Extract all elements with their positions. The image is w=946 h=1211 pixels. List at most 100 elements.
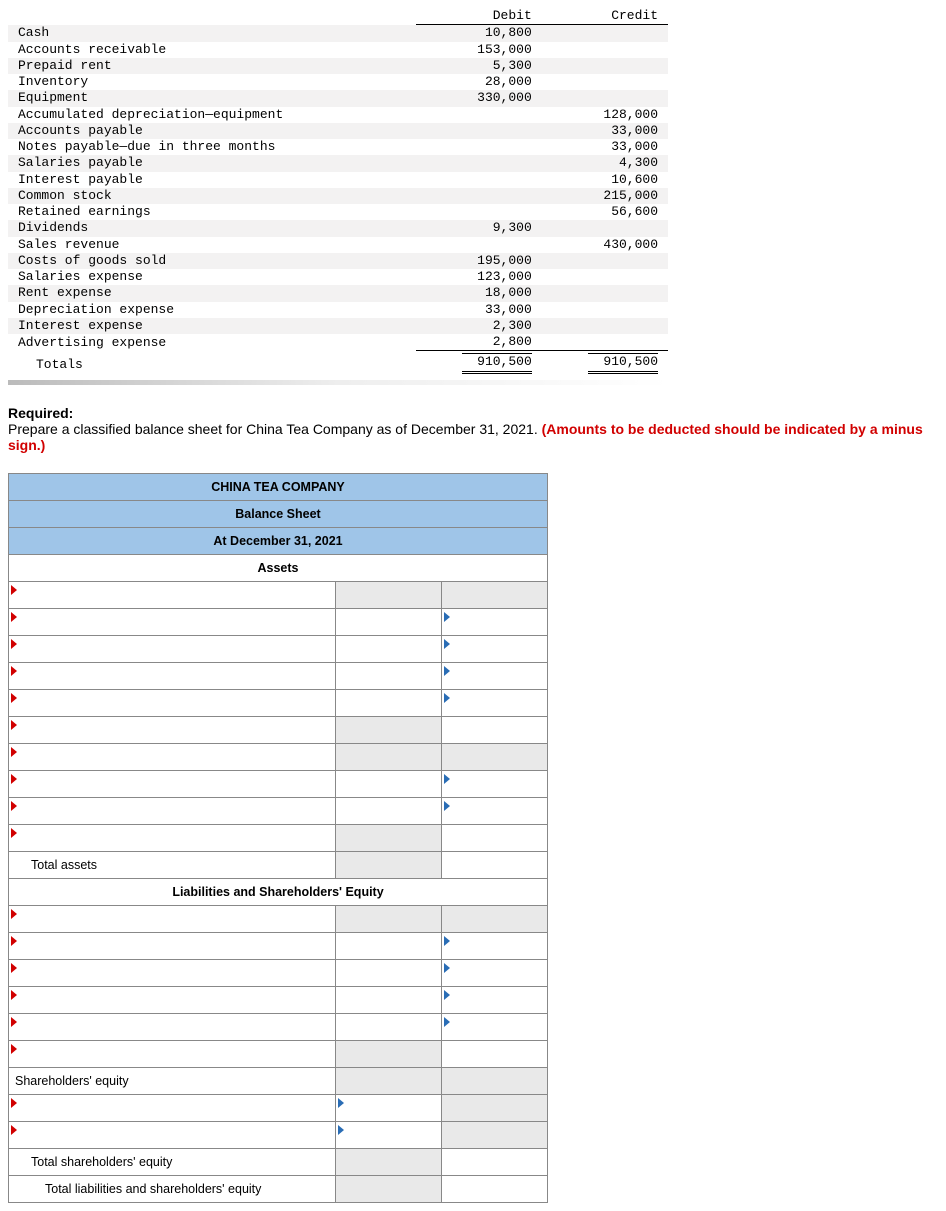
empty-cell — [442, 1067, 548, 1094]
debit-amount: 9,300 — [416, 220, 542, 236]
credit-amount — [542, 90, 668, 106]
account-name: Costs of goods sold — [8, 253, 416, 269]
empty-cell — [336, 1175, 442, 1202]
credit-amount — [542, 253, 668, 269]
debit-amount: 330,000 — [416, 90, 542, 106]
account-name: Common stock — [8, 188, 416, 204]
account-name: Prepaid rent — [8, 58, 416, 74]
account-name: Accounts receivable — [8, 42, 416, 58]
trial-balance-row: Sales revenue430,000 — [8, 237, 668, 253]
amount-input[interactable] — [336, 608, 442, 635]
account-name: Notes payable—due in three months — [8, 139, 416, 155]
account-name: Advertising expense — [8, 334, 416, 351]
amount-input[interactable] — [336, 1094, 442, 1121]
asset-line-input[interactable] — [9, 662, 336, 689]
trial-balance-row: Retained earnings56,600 — [8, 204, 668, 220]
amount-input[interactable] — [442, 689, 548, 716]
amount-input[interactable] — [336, 959, 442, 986]
bs-assets-hdr: Assets — [9, 554, 548, 581]
totals-debit: 910,500 — [462, 353, 532, 373]
liab-cat-input[interactable] — [9, 905, 336, 932]
amount-input[interactable] — [336, 1121, 442, 1148]
debit-amount: 153,000 — [416, 42, 542, 58]
liab-subtotal-input[interactable] — [9, 1040, 336, 1067]
amount-input[interactable] — [336, 932, 442, 959]
amount-input[interactable] — [442, 824, 548, 851]
credit-amount — [542, 334, 668, 351]
trial-balance-row: Accumulated depreciation—equipment128,00… — [8, 107, 668, 123]
amount-input[interactable] — [336, 635, 442, 662]
amount-input[interactable] — [336, 770, 442, 797]
empty-cell — [336, 851, 442, 878]
account-name: Inventory — [8, 74, 416, 90]
amount-input[interactable] — [442, 1040, 548, 1067]
credit-amount — [542, 318, 668, 334]
amount-input[interactable] — [442, 959, 548, 986]
amount-input[interactable] — [442, 635, 548, 662]
empty-cell — [336, 1148, 442, 1175]
credit-amount — [542, 302, 668, 318]
amount-input[interactable] — [442, 1013, 548, 1040]
amount-input[interactable] — [442, 1175, 548, 1202]
asset-cat-input[interactable] — [9, 581, 336, 608]
account-name: Salaries expense — [8, 269, 416, 285]
trial-balance-row: Rent expense18,000 — [8, 285, 668, 301]
asset-line-input[interactable] — [9, 635, 336, 662]
empty-cell — [336, 581, 442, 608]
totals-label: Totals — [8, 351, 416, 374]
empty-cell — [442, 1094, 548, 1121]
debit-amount: 195,000 — [416, 253, 542, 269]
trial-balance-row: Interest payable10,600 — [8, 172, 668, 188]
amount-input[interactable] — [442, 716, 548, 743]
asset-subtotal-input[interactable] — [9, 824, 336, 851]
credit-amount — [542, 269, 668, 285]
equity-line-input[interactable] — [9, 1094, 336, 1121]
amount-input[interactable] — [442, 1148, 548, 1175]
amount-input[interactable] — [336, 986, 442, 1013]
debit-amount — [416, 172, 542, 188]
debit-amount: 2,800 — [416, 334, 542, 351]
credit-amount — [542, 25, 668, 42]
trial-balance-row: Dividends9,300 — [8, 220, 668, 236]
credit-amount: 4,300 — [542, 155, 668, 171]
trial-balance-row: Accounts payable33,000 — [8, 123, 668, 139]
amount-input[interactable] — [442, 797, 548, 824]
liab-line-input[interactable] — [9, 932, 336, 959]
asset-line-input[interactable] — [9, 797, 336, 824]
amount-input[interactable] — [442, 932, 548, 959]
asset-line-input[interactable] — [9, 689, 336, 716]
required-label: Required: — [8, 405, 73, 421]
trial-balance-row: Common stock215,000 — [8, 188, 668, 204]
amount-input[interactable] — [442, 986, 548, 1013]
credit-amount: 33,000 — [542, 139, 668, 155]
total-liab-eq-label: Total liabilities and shareholders' equi… — [9, 1175, 336, 1202]
empty-cell — [336, 716, 442, 743]
asset-line-input[interactable] — [9, 608, 336, 635]
header-debit: Debit — [416, 8, 542, 25]
amount-input[interactable] — [336, 797, 442, 824]
trial-balance-row: Costs of goods sold195,000 — [8, 253, 668, 269]
liab-line-input[interactable] — [9, 986, 336, 1013]
asset-cat-input[interactable] — [9, 743, 336, 770]
empty-cell — [442, 743, 548, 770]
amount-input[interactable] — [442, 662, 548, 689]
equity-line-input[interactable] — [9, 1121, 336, 1148]
account-name: Salaries payable — [8, 155, 416, 171]
amount-input[interactable] — [442, 770, 548, 797]
empty-cell — [442, 581, 548, 608]
liab-line-input[interactable] — [9, 959, 336, 986]
amount-input[interactable] — [336, 662, 442, 689]
total-sh-equity-label: Total shareholders' equity — [9, 1148, 336, 1175]
asset-line-input[interactable] — [9, 770, 336, 797]
amount-input[interactable] — [442, 851, 548, 878]
debit-amount — [416, 204, 542, 220]
empty-cell — [442, 905, 548, 932]
amount-input[interactable] — [336, 689, 442, 716]
account-name: Dividends — [8, 220, 416, 236]
amount-input[interactable] — [336, 1013, 442, 1040]
amount-input[interactable] — [442, 608, 548, 635]
liab-line-input[interactable] — [9, 1013, 336, 1040]
debit-amount — [416, 139, 542, 155]
asset-subtotal-input[interactable] — [9, 716, 336, 743]
header-credit: Credit — [542, 8, 668, 25]
